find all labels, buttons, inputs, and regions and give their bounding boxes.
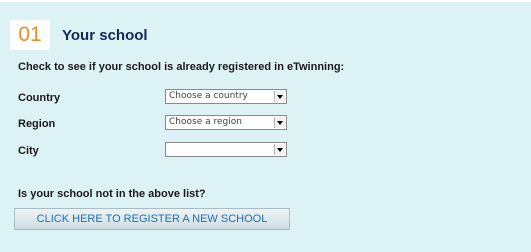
- country-select[interactable]: Choose a country: [165, 89, 287, 104]
- region-label: Region: [18, 118, 56, 130]
- section-title: Your school: [62, 27, 148, 44]
- step-number: 01: [18, 23, 42, 46]
- chevron-down-icon[interactable]: [274, 144, 285, 155]
- city-select[interactable]: [165, 142, 287, 157]
- register-new-school-button[interactable]: CLICK HERE TO REGISTER A NEW SCHOOL: [14, 208, 290, 230]
- panel-top-edge: [0, 0, 531, 2]
- your-school-panel: 01 Your school Check to see if your scho…: [0, 0, 531, 252]
- region-select[interactable]: Choose a region: [165, 115, 287, 130]
- region-select-value: Choose a region: [169, 117, 242, 127]
- step-number-box: 01: [10, 20, 50, 50]
- country-select-value: Choose a country: [169, 91, 248, 101]
- search-instruction: Check to see if your school is already r…: [18, 61, 345, 73]
- city-label: City: [18, 145, 39, 157]
- country-label: Country: [18, 92, 61, 104]
- chevron-down-icon[interactable]: [274, 91, 285, 102]
- chevron-down-icon[interactable]: [274, 117, 285, 128]
- not-listed-question: Is your school not in the above list?: [18, 188, 206, 200]
